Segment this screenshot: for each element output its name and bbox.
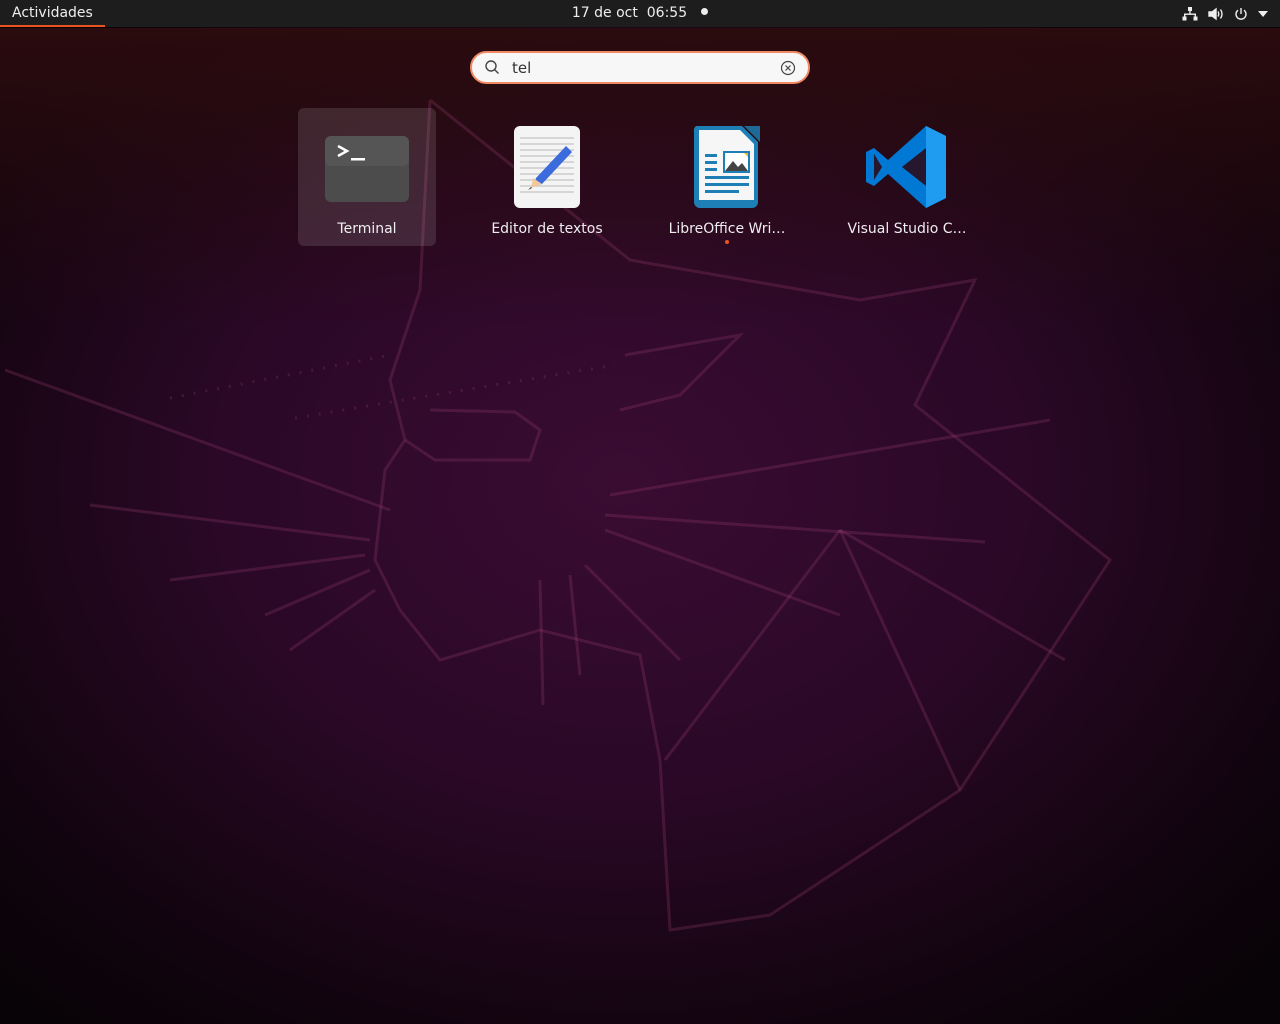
libreoffice-writer-icon xyxy=(693,126,760,208)
app-terminal[interactable]: Terminal xyxy=(298,108,436,246)
app-label: Terminal xyxy=(337,221,397,237)
app-label: Editor de textos xyxy=(491,221,603,237)
volume-icon xyxy=(1208,7,1223,20)
system-tray[interactable] xyxy=(1182,0,1268,27)
terminal-icon xyxy=(325,136,409,202)
clock-text: 17 de oct 06:55 xyxy=(571,5,688,21)
app-label: LibreOffice Wri… xyxy=(668,221,786,237)
menu-arrow-icon xyxy=(1258,10,1268,17)
app-libreoffice-writer[interactable]: LibreOffice Wri… xyxy=(658,108,796,246)
text-editor-icon xyxy=(514,126,580,208)
search-icon xyxy=(485,60,499,74)
search-box[interactable] xyxy=(470,51,810,84)
wallpaper-cat-art xyxy=(4,98,1113,932)
clock-button[interactable]: 17 de oct 06:55 xyxy=(0,0,1280,26)
app-visual-studio-code[interactable]: Visual Studio C… xyxy=(838,108,976,246)
network-icon xyxy=(1182,6,1198,20)
notification-dot-icon xyxy=(701,7,709,15)
power-icon xyxy=(1235,7,1247,20)
clear-search-icon[interactable] xyxy=(780,60,796,76)
vscode-icon xyxy=(866,126,946,208)
running-indicator-icon xyxy=(725,240,729,244)
app-text-editor[interactable]: Editor de textos xyxy=(478,108,616,246)
app-label: Visual Studio C… xyxy=(847,221,967,237)
top-bar: Actividades 17 de oct 06:55 xyxy=(0,0,1280,27)
search-input[interactable] xyxy=(512,58,772,78)
